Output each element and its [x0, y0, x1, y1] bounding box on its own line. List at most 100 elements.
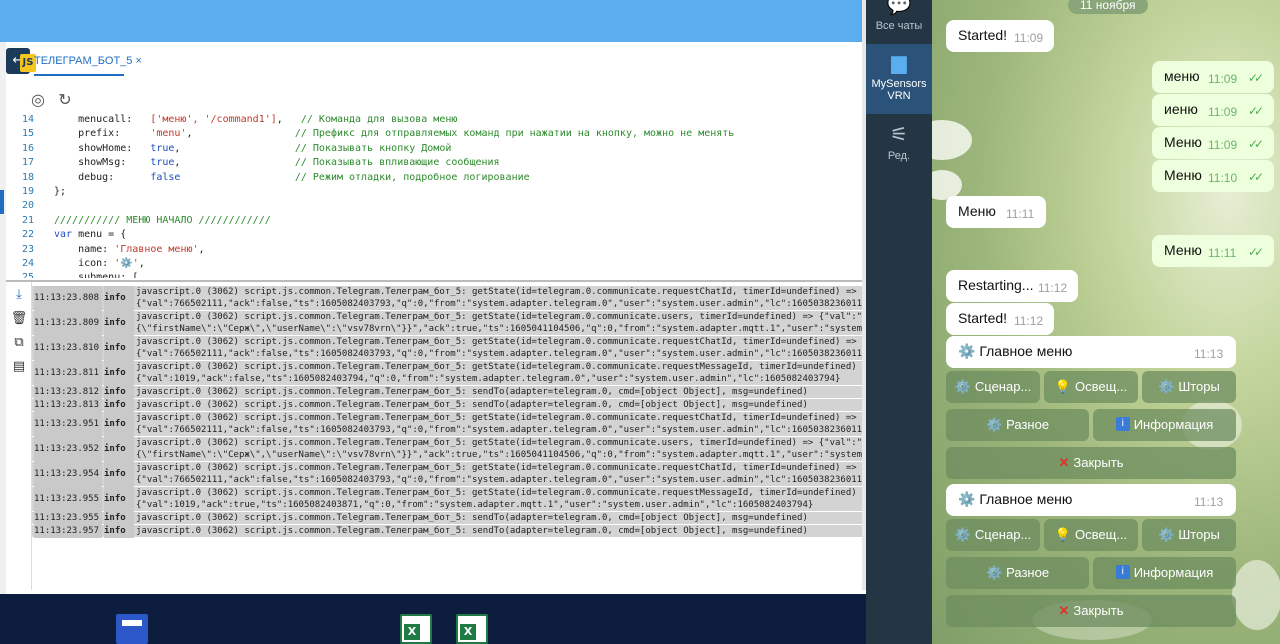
folder-label: Ред.: [887, 150, 911, 162]
line-number: 15: [21, 128, 34, 140]
tab-underline: [34, 74, 124, 76]
message-time: 11:12: [1038, 281, 1068, 295]
keyboard-button[interactable]: ⚙️ Сценар...: [946, 371, 1040, 403]
list-icon[interactable]: ▤: [10, 358, 28, 376]
log-row: 11:13:23.809 info javascript.0 (3062) scri…: [32, 311, 864, 336]
log-message: javascript.0 (3062) script.js.common.Tel…: [136, 438, 864, 460]
code-text: name: 'Главное меню',: [54, 243, 205, 255]
outgoing-message[interactable]: Меню 11:10 ✓✓: [1152, 160, 1274, 192]
log-message: javascript.0 (3062) script.js.common.Tel…: [136, 488, 864, 510]
incoming-message[interactable]: Меню 11:11: [946, 196, 1046, 228]
outgoing-message[interactable]: Меню 11:11 ✓✓: [1152, 235, 1274, 267]
log-row: 11:13:23.955 info javascript.0 (3062) scri…: [32, 512, 864, 525]
bulb-icon: 💡: [1054, 379, 1072, 394]
message-text: Restarting...: [958, 277, 1034, 293]
folder-mysensors-vrn[interactable]: ▆ MySensors VRN: [866, 44, 932, 114]
keyboard-button[interactable]: 💡 Освещ...: [1044, 371, 1138, 403]
log-time: 11:13:23.955: [34, 512, 102, 525]
outgoing-message[interactable]: иеню 11:09 ✓✓: [1152, 94, 1274, 126]
excel-icon[interactable]: X: [400, 614, 432, 644]
message-text: меню: [1164, 68, 1200, 84]
keyboard-button[interactable]: ⚙️ Сценар...: [946, 519, 1040, 551]
target-icon[interactable]: ◎: [28, 90, 48, 110]
log-message: javascript.0 (3062) script.js.common.Tel…: [136, 400, 808, 410]
gear-icon: ⚙️: [954, 379, 971, 394]
log-message: javascript.0 (3062) script.js.common.Tel…: [136, 463, 864, 485]
keyboard-button[interactable]: ⚙️ Разное: [946, 409, 1089, 441]
log-row: 11:13:23.813 info javascript.0 (3062) scri…: [32, 399, 864, 412]
line-number: 14: [21, 114, 34, 125]
message-text: Меню: [1164, 167, 1202, 183]
gear-icon: ⚙️: [1158, 379, 1175, 394]
log-level: info: [104, 487, 134, 512]
keyboard-button[interactable]: i Информация: [1093, 557, 1236, 589]
code-line: 23 name: 'Главное меню',: [6, 243, 864, 257]
outgoing-message[interactable]: Меню 11:09 ✓✓: [1152, 127, 1274, 159]
date-separator: 11 ноября: [1068, 0, 1148, 14]
gear-icon: ⚙️: [985, 417, 1003, 432]
keyboard-button-label: Закрыть: [1073, 603, 1124, 618]
keyboard-button[interactable]: ✕ Закрыть: [946, 595, 1236, 627]
incoming-message[interactable]: ⚙️ Главное меню 11:13: [946, 484, 1236, 516]
keyboard-button-label: Разное: [1006, 565, 1050, 580]
folder-label: MySensors VRN: [871, 78, 927, 102]
message-time: 11:10: [1208, 171, 1238, 185]
incoming-message[interactable]: Started! 11:12: [946, 303, 1054, 335]
keyboard-button-label: Информация: [1133, 565, 1214, 580]
message-text: ⚙️ Главное меню: [958, 491, 1073, 507]
trash-icon[interactable]: 🗑: [10, 310, 28, 328]
code-text: menucall: ['меню', '/command1'], // Кома…: [54, 114, 458, 125]
code-text: submenu: [: [54, 272, 139, 278]
refresh-icon[interactable]: ↻: [55, 90, 75, 110]
log-time: 11:13:23.957: [34, 525, 102, 538]
sliders-icon: ⚟: [890, 124, 908, 146]
folder-all-chats[interactable]: 💬 Все чаты: [866, 0, 932, 40]
screen: ← JS ТЕЛЕГРАМ_БОТ_5 × ◎ ↻ 14 menucall: […: [0, 0, 1280, 644]
log-message: javascript.0 (3062) script.js.common.Tel…: [136, 287, 864, 309]
log-time: 11:13:23.813: [34, 399, 102, 412]
keyboard-button[interactable]: ⚙️ Разное: [946, 557, 1089, 589]
scroll-down-icon[interactable]: ⤓: [10, 286, 28, 304]
line-number: 25: [21, 272, 34, 278]
log-level: info: [104, 399, 134, 412]
gear-icon: ⚙️: [958, 343, 980, 359]
incoming-message[interactable]: Started! 11:09: [946, 20, 1054, 52]
code-text: /////////// МЕНЮ НАЧАЛО ////////////: [54, 214, 271, 226]
message-time: 11:09: [1208, 72, 1238, 86]
sidebar-active-marker: [0, 190, 4, 214]
keyboard-button-label: Освещ...: [1075, 527, 1128, 542]
log-table[interactable]: 11:13:23.808 info javascript.0 (3062) scri…: [32, 286, 864, 586]
folder-edit[interactable]: ⚟ Ред.: [866, 124, 932, 168]
keyboard-button-label: Информация: [1133, 417, 1214, 432]
incoming-message[interactable]: ⚙️ Главное меню 11:13: [946, 336, 1236, 368]
message-time: 11:13: [1194, 347, 1224, 361]
folder-icon: ▆: [891, 52, 907, 74]
chat-area: 11 ноября Started! 11:09 меню 11:09 ✓✓ иеню 11…: [932, 0, 1280, 644]
log-level: info: [104, 512, 134, 525]
close-icon[interactable]: ×: [135, 55, 141, 67]
script-tab[interactable]: ← JS ТЕЛЕГРАМ_БОТ_5 ×: [6, 48, 166, 78]
keyboard-button-label: Шторы: [1178, 379, 1220, 394]
code-line: 20: [6, 199, 864, 213]
log-row: 11:13:23.811 info javascript.0 (3062) scri…: [32, 361, 864, 386]
log-message: javascript.0 (3062) script.js.common.Tel…: [136, 526, 808, 536]
log-row: 11:13:23.808 info javascript.0 (3062) scri…: [32, 286, 864, 311]
incoming-message[interactable]: Restarting... 11:12: [946, 270, 1078, 302]
keyboard-button-label: Сценар...: [974, 379, 1032, 394]
code-text: var menu = {: [54, 229, 127, 241]
message-text: Меню: [958, 203, 996, 219]
double-check-icon: ✓✓: [1248, 137, 1264, 151]
log-toolbar: ⤓ 🗑 ⧉ ▤: [6, 282, 32, 590]
keyboard-button[interactable]: 💡 Освещ...: [1044, 519, 1138, 551]
copy-icon[interactable]: ⧉: [10, 334, 28, 352]
excel-icon[interactable]: X: [456, 614, 488, 644]
log-time: 11:13:23.955: [34, 487, 102, 512]
keyboard-button[interactable]: ⚙️ Шторы: [1142, 371, 1236, 403]
floppy-save-icon[interactable]: [116, 614, 148, 644]
code-editor[interactable]: 14 menucall: ['меню', '/command1'], // К…: [6, 112, 864, 278]
keyboard-button[interactable]: ✕ Закрыть: [946, 447, 1236, 479]
keyboard-button[interactable]: i Информация: [1093, 409, 1236, 441]
outgoing-message[interactable]: меню 11:09 ✓✓: [1152, 61, 1274, 93]
keyboard-button[interactable]: ⚙️ Шторы: [1142, 519, 1236, 551]
message-time: 11:09: [1208, 138, 1238, 152]
